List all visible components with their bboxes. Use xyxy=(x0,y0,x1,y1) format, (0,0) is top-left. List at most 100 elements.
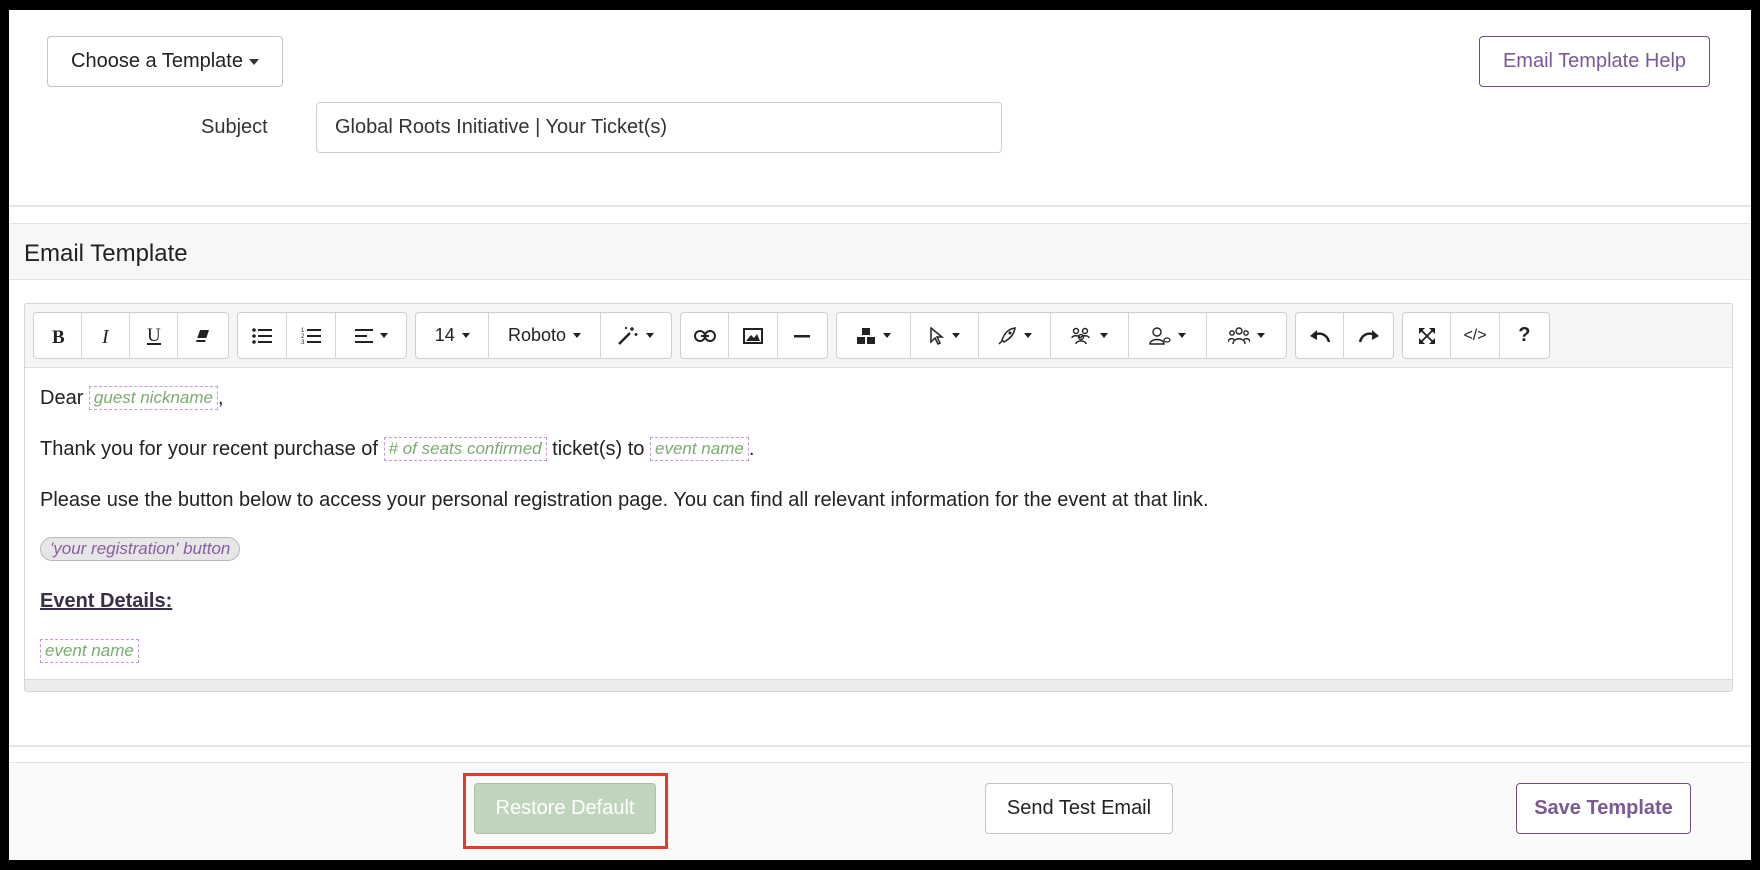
registration-button-line: 'your registration' button xyxy=(40,537,241,561)
merge-dropdown-6[interactable] xyxy=(1207,313,1286,358)
caret-down-icon xyxy=(461,333,470,338)
numbered-list-icon: 123 xyxy=(301,328,321,345)
page-frame: Choose a Template Email Template Help Su… xyxy=(9,10,1751,860)
subject-label: Subject xyxy=(201,116,268,138)
font-family-dropdown[interactable]: Roboto xyxy=(489,313,601,358)
caret-down-icon xyxy=(883,333,891,338)
caret-down-icon xyxy=(1100,333,1108,338)
subject-input[interactable] xyxy=(316,102,1002,153)
align-dropdown[interactable] xyxy=(336,313,406,358)
magic-style-dropdown[interactable] xyxy=(601,313,671,358)
save-template-button[interactable]: Save Template xyxy=(1516,783,1691,834)
horizontal-rule-button[interactable] xyxy=(778,313,827,358)
caret-down-icon xyxy=(1178,333,1186,338)
cursor-pointer-icon xyxy=(930,326,945,345)
caret-down-icon xyxy=(952,333,960,338)
image-icon xyxy=(743,327,764,344)
salutation-line: Dear guest nickname, xyxy=(40,386,224,410)
svg-text:I: I xyxy=(101,327,110,345)
cubes-icon xyxy=(857,327,875,344)
caret-down-icon xyxy=(248,58,259,65)
insert-link-button[interactable] xyxy=(681,313,730,358)
divider xyxy=(9,745,1751,747)
merge-tag-guest-nickname[interactable]: guest nickname xyxy=(88,386,218,410)
horizontal-rule-icon xyxy=(794,334,811,337)
purchase-mid-text: ticket(s) to xyxy=(552,438,645,460)
merge-dropdown-4[interactable] xyxy=(1051,313,1129,358)
caret-down-icon xyxy=(573,333,581,338)
redo-button[interactable] xyxy=(1344,313,1393,358)
insert-image-button[interactable] xyxy=(729,313,778,358)
event-name-line: event name xyxy=(40,639,139,663)
italic-icon: I xyxy=(101,327,110,345)
merge-tag-seats-confirmed[interactable]: # of seats confirmed xyxy=(383,437,547,461)
salutation-text: Dear xyxy=(40,387,84,409)
user-contact-icon xyxy=(1149,326,1171,345)
bold-button[interactable]: B xyxy=(34,313,82,358)
email-template-help-button[interactable]: Email Template Help xyxy=(1479,36,1710,87)
rich-text-editor: B I U 123 14 Roboto </> ? Dear guest nic… xyxy=(24,303,1733,692)
bullet-list-button[interactable] xyxy=(238,313,287,358)
restore-default-button[interactable]: Restore Default xyxy=(474,783,656,834)
section-title: Email Template xyxy=(24,240,188,267)
purchase-line: Thank you for your recent purchase of # … xyxy=(40,437,754,461)
bullet-list-icon xyxy=(252,327,272,344)
clear-format-button[interactable] xyxy=(178,313,228,358)
style-group: B I U xyxy=(33,312,229,359)
merge-tag-registration-button[interactable]: 'your registration' button xyxy=(40,537,241,561)
insert-group xyxy=(680,312,828,359)
code-view-button[interactable]: </> xyxy=(1451,313,1500,358)
view-group: </> ? xyxy=(1402,312,1550,359)
merge-dropdown-1[interactable] xyxy=(837,313,911,358)
footer-bar xyxy=(9,762,1751,860)
undo-icon xyxy=(1309,329,1330,342)
font-family-value: Roboto xyxy=(507,325,566,345)
numbered-list-button[interactable]: 123 xyxy=(287,313,336,358)
caret-down-icon xyxy=(646,333,655,338)
merge-tag-event-name-2[interactable]: event name xyxy=(40,639,139,663)
salutation-comma: , xyxy=(218,387,224,409)
merge-dropdown-2[interactable] xyxy=(911,313,979,358)
underline-icon: U xyxy=(146,326,161,346)
choose-template-label: Choose a Template xyxy=(71,50,243,72)
font-group: 14 Roboto xyxy=(415,312,672,359)
rocket-icon xyxy=(998,326,1016,345)
choose-template-dropdown[interactable]: Choose a Template xyxy=(47,36,283,87)
instruction-line: Please use the button below to access yo… xyxy=(40,489,1209,511)
fullscreen-button[interactable] xyxy=(1403,313,1452,358)
underline-button[interactable]: U xyxy=(130,313,178,358)
merge-dropdown-5[interactable] xyxy=(1129,313,1207,358)
caret-down-icon xyxy=(379,333,388,338)
editor-resize-bar[interactable] xyxy=(25,679,1732,691)
list-group: 123 xyxy=(237,312,407,359)
italic-button[interactable]: I xyxy=(82,313,130,358)
editor-toolbar: B I U 123 14 Roboto </> ? xyxy=(25,304,1732,368)
expand-icon xyxy=(1418,327,1435,344)
eraser-icon xyxy=(196,329,209,342)
purchase-text: Thank you for your recent purchase of xyxy=(40,438,378,460)
svg-text:3: 3 xyxy=(301,340,305,345)
caret-down-icon xyxy=(1257,333,1265,338)
event-details-heading-text: Event Details: xyxy=(40,590,173,612)
caret-down-icon xyxy=(1024,333,1032,338)
divider xyxy=(9,205,1751,207)
help-button[interactable]: ? xyxy=(1500,313,1549,358)
undo-button[interactable] xyxy=(1296,313,1345,358)
merge-tag-event-name[interactable]: event name xyxy=(649,437,749,461)
purchase-period: . xyxy=(748,438,755,460)
font-size-dropdown[interactable]: 14 xyxy=(416,313,490,358)
link-icon xyxy=(693,329,716,342)
bold-icon: B xyxy=(52,327,65,345)
magic-wand-icon xyxy=(618,326,638,345)
section-header: Email Template xyxy=(9,223,1751,280)
history-group xyxy=(1295,312,1394,359)
merge-fields-group xyxy=(836,312,1287,359)
align-left-icon xyxy=(354,328,373,343)
users-icon xyxy=(1228,326,1250,344)
svg-text:B: B xyxy=(52,327,65,345)
font-size-value: 14 xyxy=(434,325,455,345)
users-group-icon xyxy=(1071,327,1090,344)
event-details-heading: Event Details: xyxy=(40,590,172,613)
send-test-email-button[interactable]: Send Test Email xyxy=(985,783,1173,834)
merge-dropdown-3[interactable] xyxy=(979,313,1051,358)
